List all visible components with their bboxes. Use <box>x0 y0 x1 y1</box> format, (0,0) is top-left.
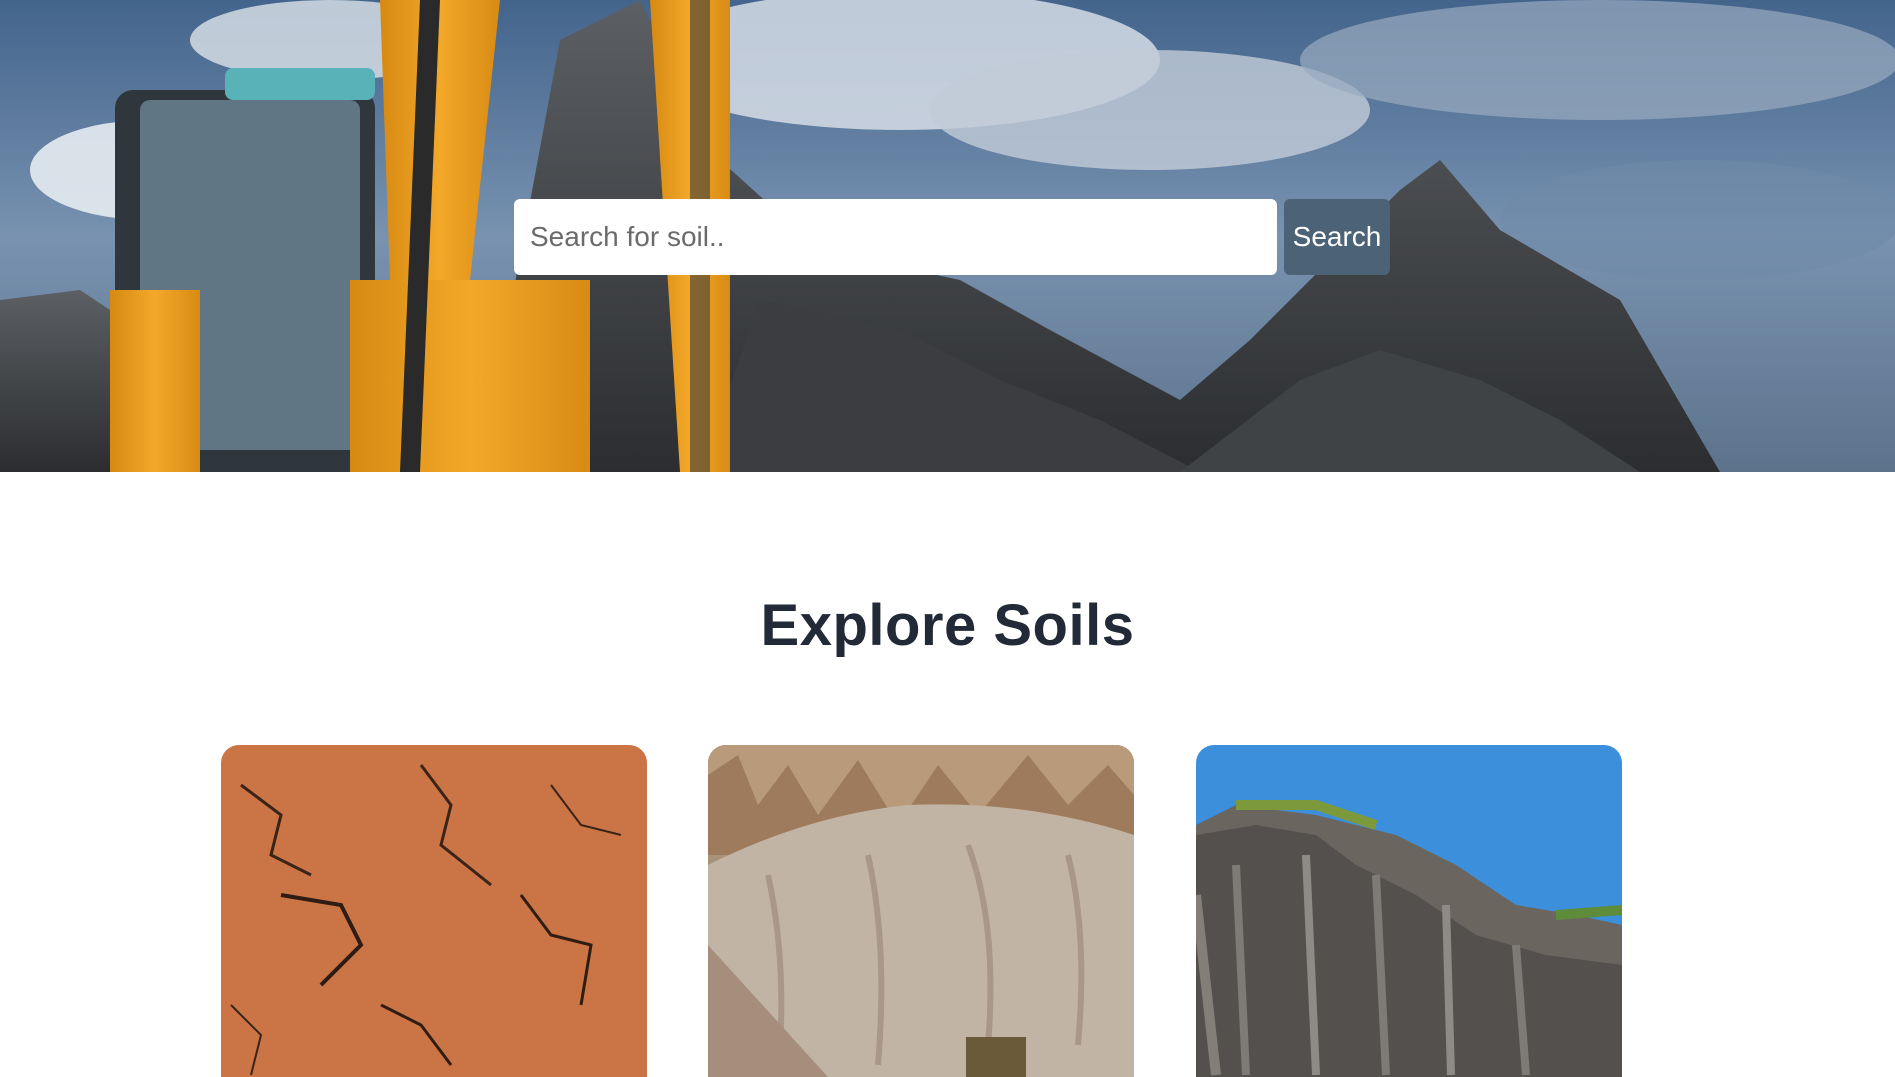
red-soil-image <box>221 745 647 1077</box>
search-button[interactable]: Search <box>1284 199 1390 275</box>
rock-soil-image <box>1196 745 1622 1077</box>
section-title: Explore Soils <box>760 593 1135 658</box>
search-input[interactable] <box>514 199 1277 275</box>
hero-banner: Search <box>0 0 1895 472</box>
soil-card-grid <box>0 745 1895 1077</box>
sand-soil-image <box>708 745 1134 1077</box>
search-bar: Search <box>514 199 1390 275</box>
soil-card-sand[interactable] <box>708 745 1134 1077</box>
soil-card-red-soil[interactable] <box>221 745 647 1077</box>
soil-card-rock[interactable] <box>1196 745 1622 1077</box>
